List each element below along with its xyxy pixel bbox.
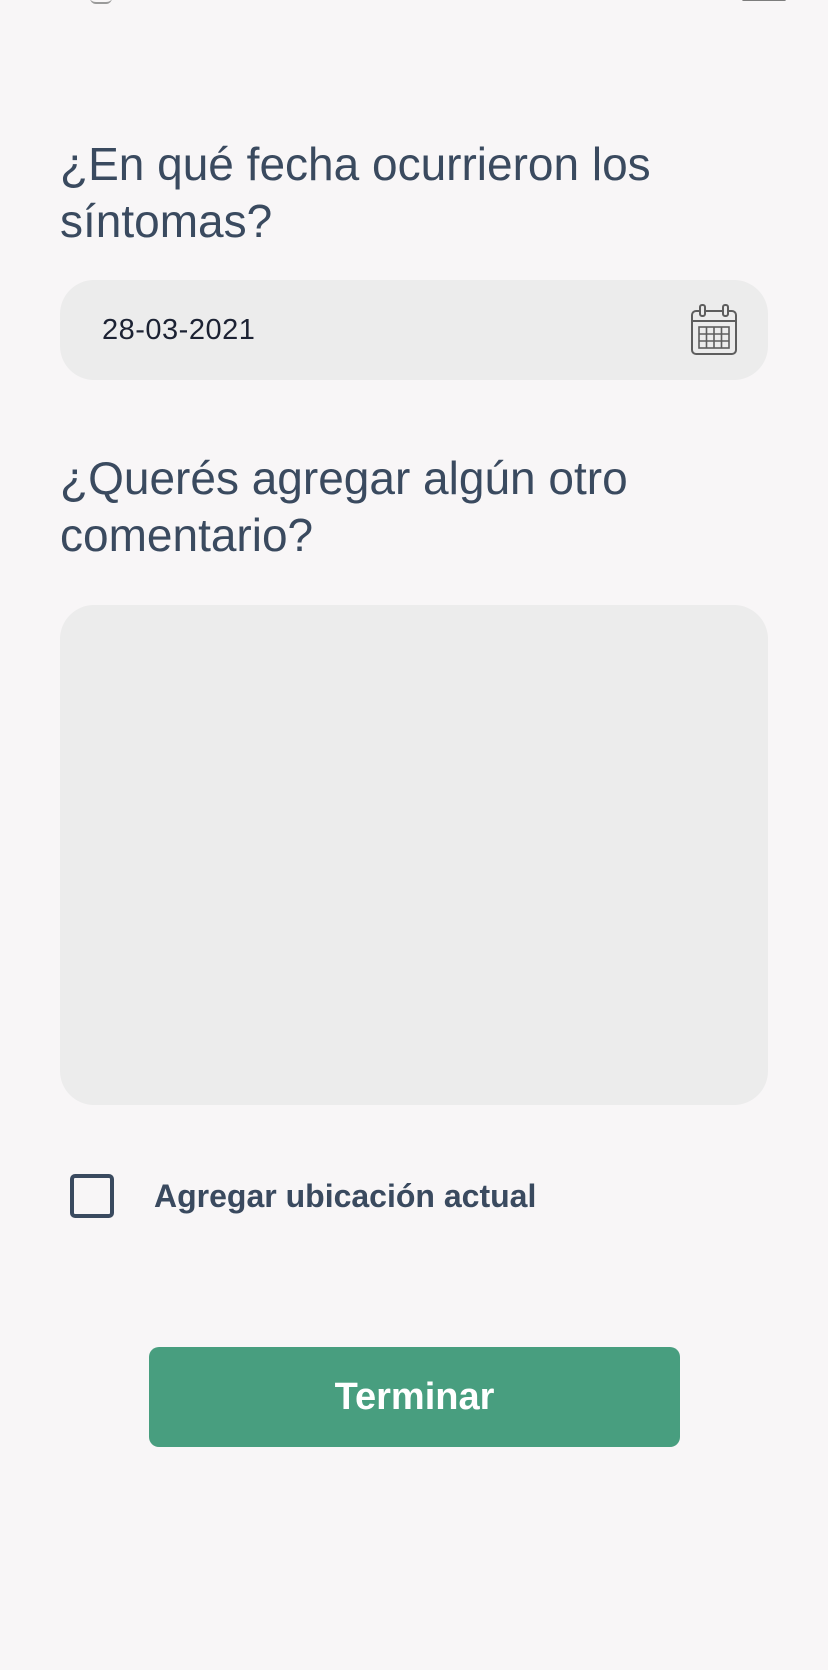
location-checkbox[interactable] [70, 1174, 114, 1218]
calendar-icon[interactable] [690, 304, 738, 356]
status-bar-fragment-left [90, 0, 112, 4]
location-checkbox-row[interactable]: Agregar ubicación actual [70, 1170, 536, 1222]
date-value[interactable]: 28-03-2021 [102, 280, 255, 380]
status-bar-fragment-right [742, 0, 786, 1]
finish-button[interactable]: Terminar [149, 1347, 680, 1447]
comment-question-title: ¿Querés agregar algún otro comentario? [60, 452, 628, 561]
location-checkbox-label[interactable]: Agregar ubicación actual [154, 1178, 536, 1215]
date-field[interactable]: 28-03-2021 [60, 280, 768, 380]
comment-textarea[interactable] [60, 605, 768, 1105]
date-question-title: ¿En qué fecha ocurrieron los síntomas? [60, 138, 651, 247]
